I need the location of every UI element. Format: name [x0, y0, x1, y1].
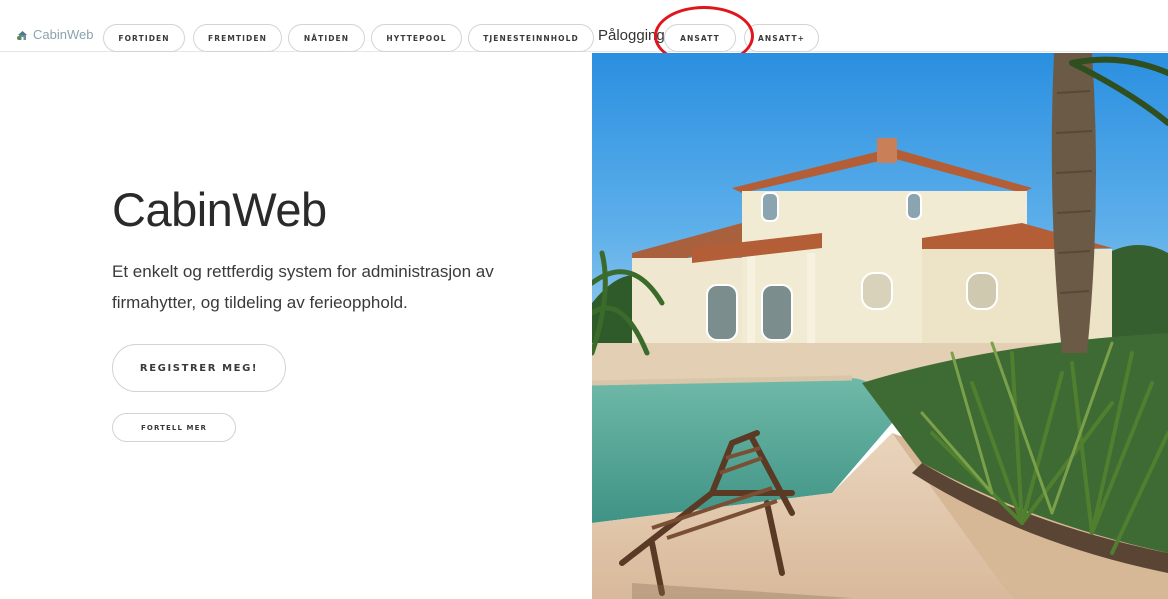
villa-pool-illustration — [592, 53, 1168, 599]
hero-title: CabinWeb — [112, 183, 327, 236]
nav-item-naatiden[interactable]: NÅTIDEN — [288, 24, 365, 52]
page: CabinWeb FORTIDEN FREMTIDEN NÅTIDEN HYTT… — [0, 0, 1168, 599]
tell-more-button[interactable]: FORTELL MER — [112, 413, 236, 442]
nav-item-tjenesteinnhold[interactable]: TJENESTEINNHOLD — [468, 24, 594, 52]
brand-name: CabinWeb — [33, 27, 94, 42]
hero-subtitle: Et enkelt og rettferdig system for admin… — [112, 262, 494, 312]
hero-villa-image — [592, 53, 1168, 599]
login-label: Pålogging: — [598, 27, 669, 44]
login-ansatt-button[interactable]: ANSATT — [664, 24, 736, 52]
nav-item-hyttepool[interactable]: HYTTEPOOL — [371, 24, 462, 52]
nav-item-fortiden[interactable]: FORTIDEN — [103, 24, 185, 52]
login-ansatt-plus-button[interactable]: ANSATT+ — [744, 24, 819, 52]
cabinweb-logo-icon — [17, 30, 27, 40]
nav-item-fremtiden[interactable]: FREMTIDEN — [193, 24, 282, 52]
top-navbar: CabinWeb FORTIDEN FREMTIDEN NÅTIDEN HYTT… — [0, 0, 1168, 66]
brand[interactable]: CabinWeb — [16, 28, 93, 42]
register-button[interactable]: REGISTRER MEG! — [112, 344, 286, 392]
